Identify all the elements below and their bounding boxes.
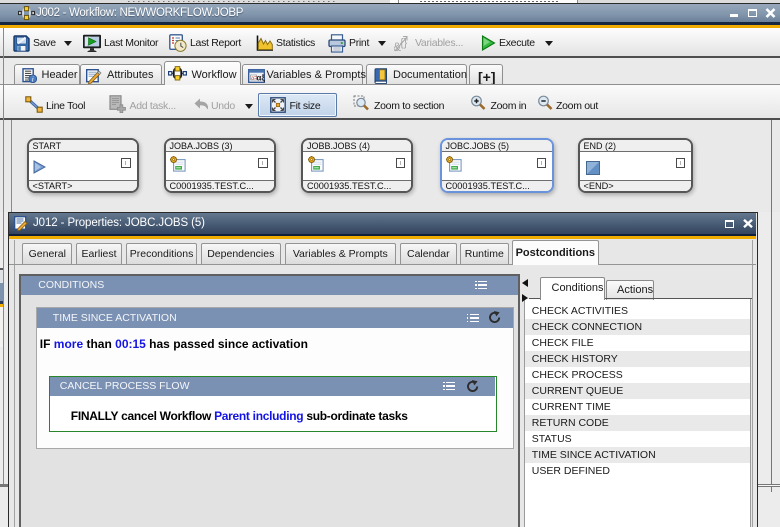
svg-text:αξ: αξ [256, 74, 265, 83]
svg-text:i: i [31, 75, 33, 82]
